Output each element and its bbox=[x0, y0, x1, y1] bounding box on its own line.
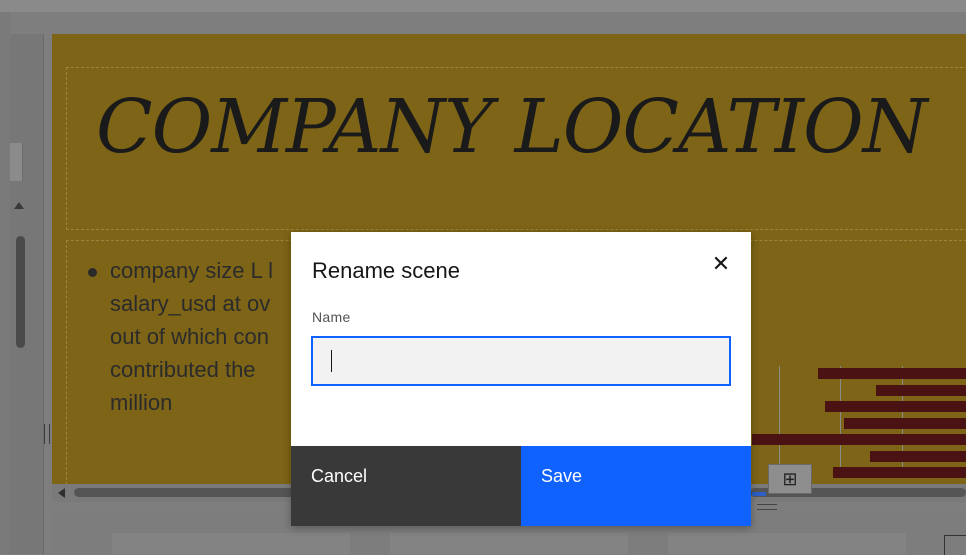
name-label: Name bbox=[312, 309, 351, 325]
chart-bar[interactable] bbox=[870, 451, 966, 462]
text-caret bbox=[331, 350, 332, 372]
corner-control[interactable] bbox=[944, 535, 966, 555]
chart-bar[interactable] bbox=[752, 434, 966, 445]
cancel-button[interactable]: Cancel bbox=[291, 446, 521, 526]
bullet-line: million bbox=[110, 390, 173, 415]
bullet-line: contributed the bbox=[110, 357, 256, 382]
close-icon: ✕ bbox=[711, 251, 731, 276]
bar-chart[interactable] bbox=[752, 366, 966, 478]
active-indicator bbox=[752, 492, 766, 496]
chart-bar[interactable] bbox=[818, 368, 966, 379]
chart-bar[interactable] bbox=[844, 418, 966, 429]
scene-thumbnail[interactable] bbox=[112, 533, 350, 554]
vertical-scrollbar-thumb[interactable] bbox=[16, 236, 25, 348]
close-button[interactable]: ✕ bbox=[705, 248, 737, 280]
chart-gridline bbox=[779, 366, 780, 478]
rename-scene-dialog: Rename scene ✕ Name Cancel Save bbox=[291, 232, 751, 526]
table-view-button[interactable]: ⊞ bbox=[768, 464, 812, 494]
rail-tab[interactable] bbox=[10, 143, 23, 181]
bullet-line: salary_usd at ov bbox=[110, 291, 271, 316]
table-icon: ⊞ bbox=[782, 468, 798, 489]
scroll-left-arrow-icon[interactable] bbox=[58, 488, 65, 498]
horizontal-scrollbar-thumb[interactable] bbox=[74, 488, 304, 497]
chart-bar[interactable] bbox=[825, 401, 966, 412]
chart-bar[interactable] bbox=[833, 467, 966, 478]
name-input[interactable] bbox=[311, 336, 731, 386]
scroll-up-arrow-icon[interactable] bbox=[14, 202, 24, 209]
slide-title: COMPANY LOCATION bbox=[96, 84, 927, 170]
bullet-line: out of which con bbox=[110, 324, 269, 349]
chart-gridline bbox=[840, 366, 841, 478]
chart-bar[interactable] bbox=[876, 385, 966, 396]
bullet-dot-icon bbox=[88, 268, 97, 277]
app-top-bar bbox=[0, 0, 966, 12]
dialog-title: Rename scene bbox=[312, 258, 460, 283]
panel-resize-grip-icon[interactable] bbox=[44, 424, 50, 444]
scene-thumbnail[interactable] bbox=[668, 533, 906, 554]
save-button[interactable]: Save bbox=[521, 446, 751, 526]
scene-thumbnail[interactable] bbox=[390, 533, 628, 554]
left-panel bbox=[0, 12, 10, 554]
bullet-line: company size L l bbox=[110, 258, 274, 283]
